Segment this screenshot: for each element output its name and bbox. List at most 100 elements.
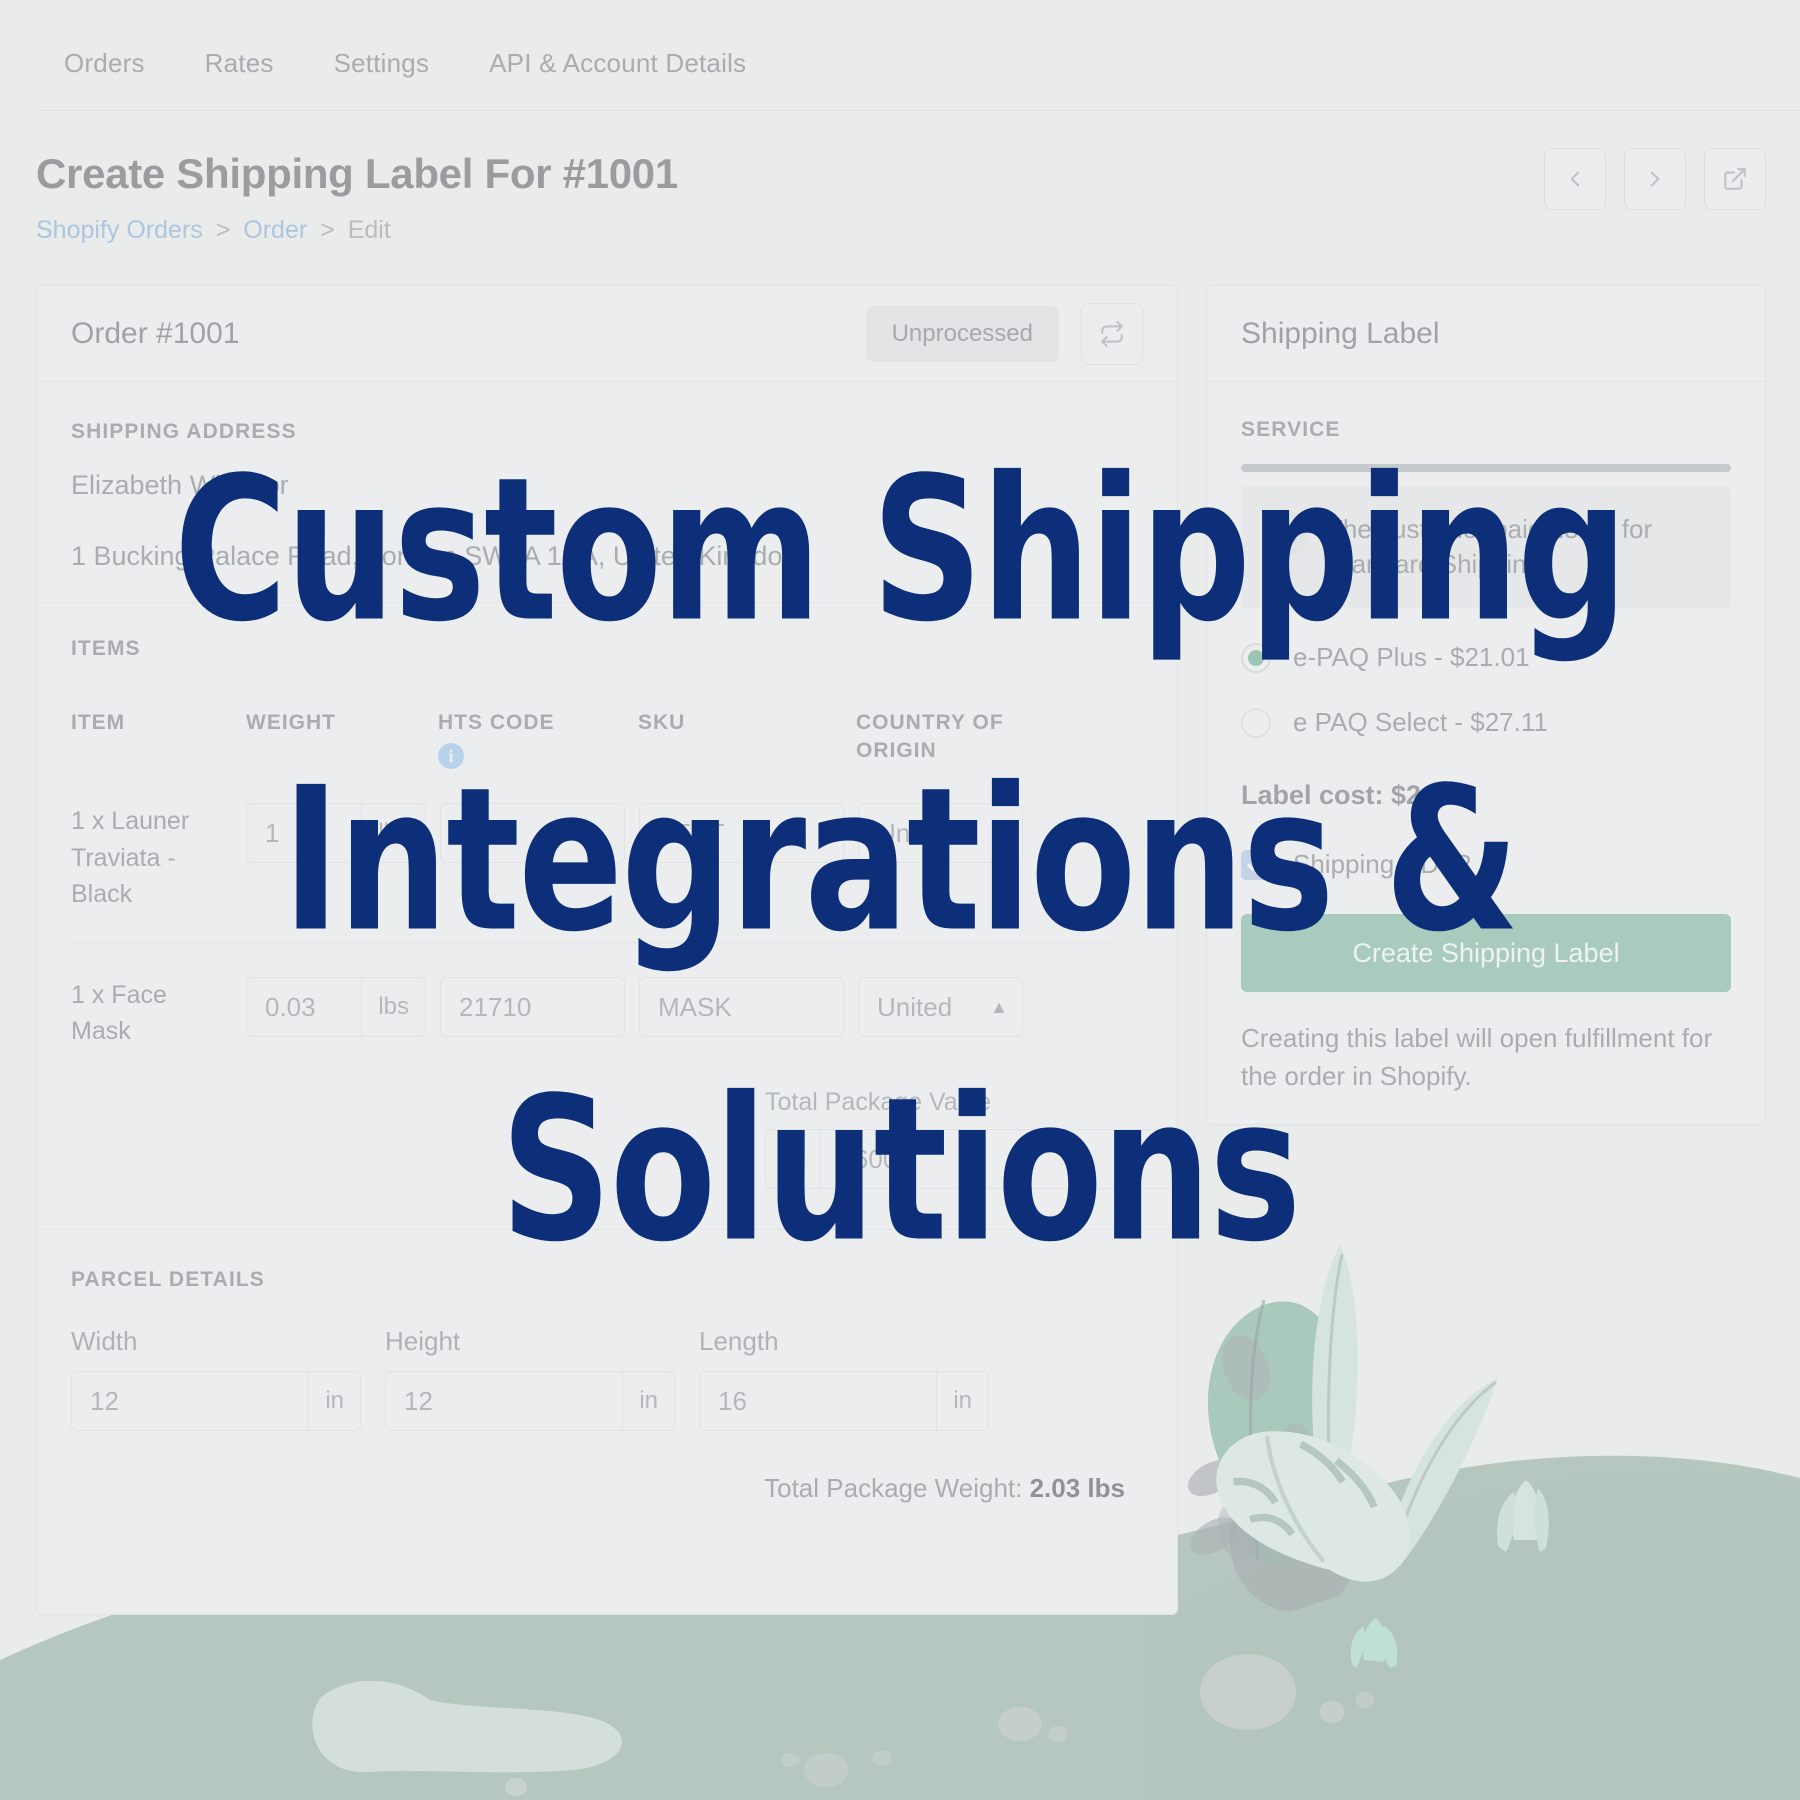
hts-code-field[interactable] [440, 803, 625, 864]
table-row: 1 x Launer Traviata - Black lbs United ▲ [71, 769, 1116, 944]
sparkle-glyph [1279, 523, 1298, 544]
length-label: Length [699, 1325, 779, 1356]
total-package-weight: Total Package Weight: 2.03 lbs [71, 1473, 1143, 1504]
parcel-length-group: Length in [699, 1326, 989, 1431]
hts-code-input[interactable] [441, 804, 624, 863]
parcel-details-section: PARCEL DETAILS Width in Height in [37, 1228, 1177, 1504]
country-of-origin-select[interactable]: United ▲ [858, 977, 1023, 1038]
nav-item-orders[interactable]: Orders [64, 48, 145, 79]
shipping-address-section: SHIPPING ADDRESS Elizabeth Windsor 1 Buc… [37, 382, 1177, 603]
items-section: ITEMS ITEM WEIGHT HTS CODE i SKU COUNTRY… [37, 603, 1195, 1229]
height-label: Height [385, 1325, 461, 1356]
items-table-header: ITEM WEIGHT HTS CODE i SKU COUNTRY OF OR… [71, 709, 1116, 770]
recipient-name: Elizabeth Windsor [71, 470, 289, 500]
length-input[interactable] [700, 1371, 937, 1430]
order-card-header: Order #1001 Unprocessed [37, 286, 1177, 382]
service-label: SERVICE [1241, 418, 1341, 441]
weight-field[interactable]: lbs [246, 803, 426, 864]
height-input[interactable] [386, 1371, 623, 1430]
item-name: 1 x Launer Traviata - Black [71, 807, 190, 908]
shipping-ddp-label: Shipping DDP? [1293, 849, 1471, 880]
column-header-item: ITEM [71, 711, 126, 734]
chevron-up-icon: ▲ [990, 997, 1008, 1018]
chevron-left-icon [1570, 171, 1580, 187]
hts-code-input[interactable] [441, 978, 624, 1037]
country-of-origin-select[interactable]: United ▲ [858, 803, 1023, 864]
items-label: ITEMS [71, 637, 141, 660]
open-external-button[interactable] [1704, 148, 1766, 210]
page-title: Create Shipping Label For #1001 [36, 150, 678, 197]
breadcrumb-edit: Edit [347, 216, 391, 244]
nav-divider [38, 110, 1800, 111]
table-row: 1 x Face Mask lbs United ▲ [71, 943, 1116, 1080]
chevron-right-icon [1650, 171, 1660, 187]
service-option-epaq-select[interactable]: e PAQ Select - $27.11 [1241, 707, 1731, 738]
sku-input[interactable] [640, 978, 843, 1037]
sparkle-icon [1265, 512, 1309, 556]
parcel-height-group: Height in [385, 1326, 675, 1431]
width-label: Width [71, 1325, 138, 1356]
length-unit: in [936, 1371, 988, 1430]
label-cost: Label cost: $21.01 [1241, 780, 1474, 811]
breadcrumb-separator-1: > [215, 216, 231, 244]
column-header-hts-code-label: HTS CODE [438, 711, 555, 734]
shipping-address-label: SHIPPING ADDRESS [71, 420, 297, 443]
total-package-value-field[interactable]: $ [765, 1128, 1195, 1189]
country-of-origin-line1: COUNTRY OF [856, 711, 1004, 734]
sku-input[interactable] [640, 804, 843, 863]
height-unit: in [622, 1371, 674, 1430]
total-package-value-input[interactable] [821, 1129, 1194, 1188]
weight-input[interactable] [247, 804, 362, 863]
order-card-title: Order #1001 [71, 316, 240, 350]
total-package-weight-label: Total Package Weight: [764, 1472, 1023, 1503]
radio-unselected-icon[interactable] [1241, 707, 1271, 738]
service-option-label: e PAQ Select - $27.11 [1293, 707, 1548, 738]
top-navigation: Orders Rates Settings API & Account Deta… [0, 48, 1800, 108]
weight-unit: lbs [361, 804, 425, 863]
checkmark-icon [1247, 857, 1265, 871]
width-input[interactable] [72, 1371, 309, 1430]
total-package-value-label: Total Package Value [765, 1087, 992, 1116]
width-field[interactable]: in [71, 1370, 361, 1431]
service-option-label: e-PAQ Plus - $21.01 [1293, 642, 1530, 673]
next-order-button[interactable] [1624, 148, 1686, 210]
shipping-label-card-header: Shipping Label [1207, 286, 1765, 382]
create-shipping-label-button[interactable]: Create Shipping Label [1241, 914, 1731, 993]
shipping-ddp-row[interactable]: Shipping DDP? [1241, 849, 1731, 880]
total-package-weight-value: 2.03 lbs [1029, 1472, 1125, 1503]
info-icon[interactable]: i [438, 743, 464, 770]
hts-code-field[interactable] [440, 977, 625, 1038]
header-actions [1544, 148, 1766, 210]
radio-selected-icon[interactable] [1241, 642, 1271, 673]
shipping-ddp-checkbox[interactable] [1241, 849, 1271, 880]
height-field[interactable]: in [385, 1370, 675, 1431]
parcel-details-label: PARCEL DETAILS [71, 1267, 265, 1291]
total-package-value-section: Total Package Value $ [731, 1072, 1195, 1229]
breadcrumb-separator-2: > [320, 216, 335, 244]
shipping-label-body: SERVICE The customer paid 28.00 for Stan… [1207, 382, 1765, 1130]
nav-item-rates[interactable]: Rates [205, 48, 274, 79]
previous-order-button[interactable] [1544, 148, 1606, 210]
parcel-width-group: Width in [71, 1326, 361, 1431]
breadcrumb-order[interactable]: Order [243, 216, 307, 244]
service-option-epaq-plus[interactable]: e-PAQ Plus - $21.01 [1241, 642, 1731, 673]
order-card: Order #1001 Unprocessed SHIPPING ADDRESS… [36, 285, 1195, 1615]
sku-field[interactable] [639, 803, 844, 864]
weight-field[interactable]: lbs [246, 977, 426, 1038]
column-header-country-of-origin: COUNTRY OF ORIGIN [856, 709, 1036, 766]
status-badge: Unprocessed [865, 305, 1059, 362]
sku-field[interactable] [639, 977, 844, 1038]
length-field[interactable]: in [699, 1370, 989, 1431]
weight-input[interactable] [247, 978, 362, 1037]
column-header-sku: SKU [638, 711, 686, 734]
customer-paid-notice-text: The customer paid 28.00 for Standard Shi… [1327, 514, 1653, 580]
fulfillment-helper-text: Creating this label will open fulfillmen… [1241, 1023, 1713, 1091]
app-root: Orders Rates Settings API & Account Deta… [0, 0, 1800, 1800]
toggle-status-button[interactable] [1081, 302, 1143, 365]
page-header: Create Shipping Label For #1001 Shopify … [36, 150, 1764, 245]
nav-item-settings[interactable]: Settings [334, 48, 430, 79]
items-table: ITEM WEIGHT HTS CODE i SKU COUNTRY OF OR… [71, 709, 1116, 1080]
nav-item-api-account-details[interactable]: API & Account Details [489, 48, 746, 79]
customer-paid-notice: The customer paid 28.00 for Standard Shi… [1241, 486, 1731, 609]
breadcrumb-shopify-orders[interactable]: Shopify Orders [36, 216, 203, 244]
